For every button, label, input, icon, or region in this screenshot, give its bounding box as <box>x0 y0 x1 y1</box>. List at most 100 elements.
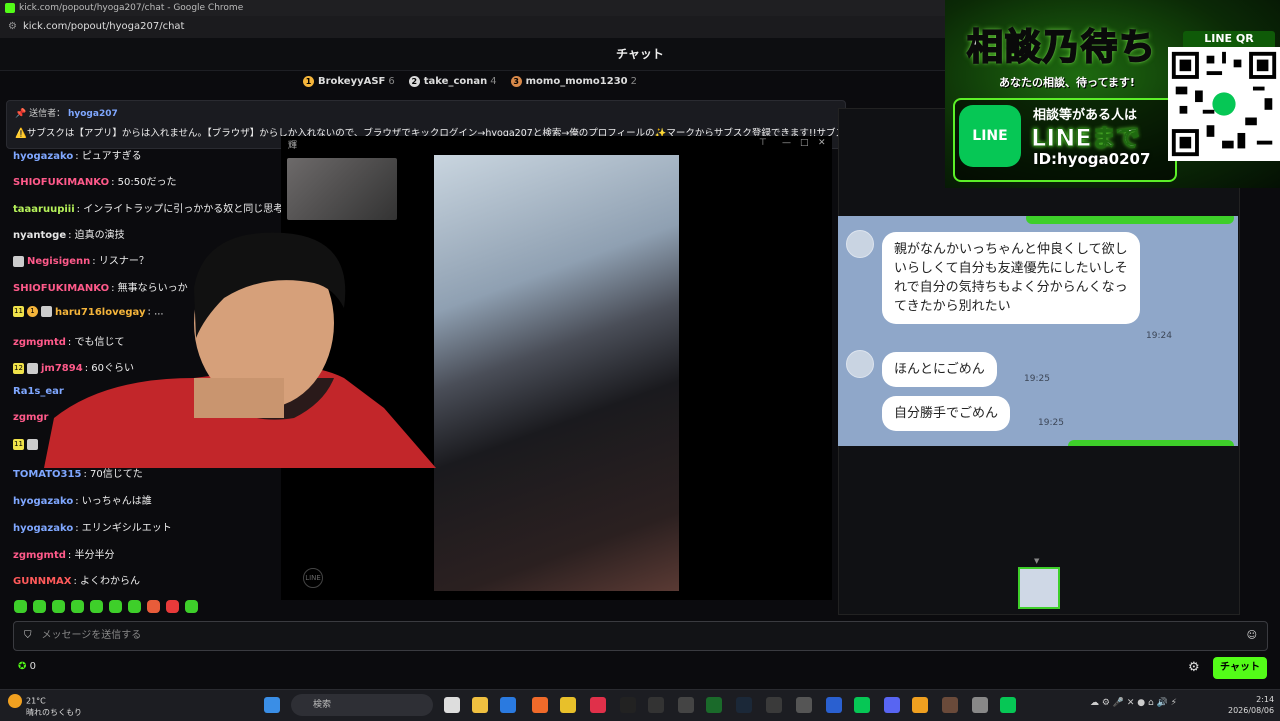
chat-settings-icon[interactable]: ⚙ <box>1188 660 1200 675</box>
chat-username[interactable]: zgmgmtd <box>13 550 66 561</box>
maximize-icon[interactable]: □ <box>800 138 809 148</box>
brave-icon[interactable] <box>532 697 548 713</box>
leaderboard-name: BrokeyyASF <box>317 76 386 87</box>
leaderboard-count: 2 <box>630 76 637 87</box>
close-icon[interactable]: ✕ <box>818 138 826 148</box>
gift-leaderboard: 1 BrokeyyASF 6 2 take_conan 4 3 momo_momo1230… <box>0 71 940 93</box>
temperature: 21°C <box>26 696 46 706</box>
minimize-icon[interactable]: — <box>782 138 791 148</box>
streamer-webcam <box>44 232 436 468</box>
sub-badge: 11 <box>13 439 24 450</box>
rank-badge: 1 <box>302 75 314 87</box>
app-icon[interactable] <box>942 697 958 713</box>
leaderboard-entry-2[interactable]: 2 take_conan 4 <box>408 71 497 93</box>
line-icon[interactable] <box>1000 697 1016 713</box>
emote-bar <box>14 600 198 613</box>
chrome-icon[interactable] <box>560 697 576 713</box>
chat-message: taaaruupiii: インライトラップに引っかかる奴と同じ思考回路 <box>13 200 303 215</box>
chat-message: 11 <box>13 439 41 451</box>
emote-icon[interactable] <box>147 600 160 613</box>
line-chat-area: 親がなんかいっちゃんと仲良くして欲しいらしくて自分も友達優先にしたいしそれで自分… <box>838 216 1238 446</box>
app-icon[interactable] <box>706 697 722 713</box>
pin-icon[interactable]: ⊤ <box>759 138 767 148</box>
weather-icon <box>8 694 22 708</box>
qr-code-icon <box>1168 47 1280 161</box>
windows-start-icon[interactable] <box>264 697 280 713</box>
clock-time: 2:14 <box>1256 695 1275 704</box>
emote-icon[interactable] <box>166 600 179 613</box>
emote-icon[interactable] <box>33 600 46 613</box>
app-icon[interactable] <box>590 697 606 713</box>
tiktok-icon[interactable] <box>620 697 636 713</box>
outgoing-bubble <box>1068 440 1234 446</box>
self-video-preview[interactable] <box>287 158 397 220</box>
leaderboard-entry-1[interactable]: 1 BrokeyyASF 6 <box>302 71 395 93</box>
emote-icon[interactable] <box>90 600 103 613</box>
chat-username[interactable]: hyogazako <box>13 523 73 534</box>
chevron-down-icon[interactable]: ▼ <box>1034 557 1039 565</box>
emote-icon[interactable] <box>185 600 198 613</box>
user-avatar-icon <box>27 439 38 450</box>
chat-text: : 50:50だった <box>111 177 177 188</box>
line-chat-thumbnail[interactable] <box>1018 567 1060 609</box>
message-bubble: 親がなんかいっちゃんと仲良くして欲しいらしくて自分も友達優先にしたいしそれで自分… <box>882 232 1140 324</box>
leaderboard-count: 4 <box>490 76 497 87</box>
pinned-sender-name[interactable]: hyoga207 <box>68 109 118 119</box>
chat-text: : ピュアすぎる <box>75 151 142 162</box>
chat-message: GUNNMAX: よくわからん <box>13 572 140 587</box>
settings-icon[interactable] <box>972 697 988 713</box>
chat-username[interactable]: hyogazako <box>13 151 73 162</box>
emote-icon[interactable] <box>71 600 84 613</box>
chat-text: : インライトラップに引っかかる奴と同じ思考回路 <box>76 204 304 215</box>
taskbar-search[interactable]: 検索 <box>291 694 433 716</box>
leaderboard-name: momo_momo1230 <box>525 76 628 87</box>
clock-date: 2026/08/06 <box>1228 706 1275 715</box>
chat-username[interactable]: taaaruupiii <box>13 204 75 215</box>
remote-video <box>434 155 679 591</box>
taskbar-clock[interactable]: 2:14 2026/08/06 <box>1228 694 1274 716</box>
message-time: 19:25 <box>1038 418 1064 428</box>
message-bubble: ほんとにごめん <box>882 352 997 387</box>
emote-icon[interactable] <box>128 600 141 613</box>
app-icon[interactable] <box>912 697 928 713</box>
sub-badge: 11 <box>13 306 24 317</box>
steam-icon[interactable] <box>736 697 752 713</box>
app-icon[interactable] <box>826 697 842 713</box>
leaderboard-entry-3[interactable]: 3 momo_momo1230 2 <box>510 71 637 93</box>
chat-message: hyogazako: エリンギシルエット <box>13 519 172 534</box>
line-icon[interactable] <box>854 697 870 713</box>
file-explorer-icon[interactable] <box>472 697 488 713</box>
chat-username[interactable]: hyogazako <box>13 496 73 507</box>
banner-text-2: LINEまで <box>1031 124 1141 153</box>
chat-text: : 半分半分 <box>67 550 115 561</box>
discord-icon[interactable] <box>884 697 900 713</box>
obs-icon[interactable] <box>796 697 812 713</box>
window-title: kick.com/popout/hyoga207/chat - Google C… <box>19 3 244 13</box>
chat-username[interactable]: TOMATO315 <box>13 469 81 480</box>
chat-input[interactable]: ⛉ メッセージを送信する ☺ <box>13 621 1268 651</box>
app-icon[interactable] <box>766 697 782 713</box>
weather-widget[interactable]: 21°C 晴れのちくもり <box>8 694 82 718</box>
channel-points[interactable]: ✪ 0 <box>18 660 36 674</box>
leaderboard-count: 6 <box>388 76 395 87</box>
chat-username[interactable]: SHIOFUKIMANKO <box>13 177 109 188</box>
weather-text: 晴れのちくもり <box>26 708 82 717</box>
chat-text: : エリンギシルエット <box>75 523 172 534</box>
chat-username[interactable]: GUNNMAX <box>13 576 71 587</box>
line-logo-icon: LINE <box>959 105 1021 167</box>
store-icon[interactable] <box>500 697 516 713</box>
emoji-picker-icon[interactable]: ☺ <box>1247 622 1257 650</box>
line-watermark: LINE <box>303 568 323 588</box>
promo-banner: 相談乃待ち あなたの相談、待ってます! LINE 相談等がある人は LINEまで… <box>945 0 1280 188</box>
emote-icon[interactable] <box>14 600 27 613</box>
emote-icon[interactable] <box>109 600 122 613</box>
outgoing-bubble <box>1026 216 1234 224</box>
app-icon[interactable] <box>648 697 664 713</box>
send-chat-button[interactable]: チャット <box>1213 657 1267 679</box>
message-bubble: 自分勝手でごめん <box>882 396 1011 431</box>
site-info-icon[interactable]: ⚙ <box>8 16 17 38</box>
system-tray[interactable]: ☁ ⚙ 🎤 ✕ ● ⌂ 🔊 ⚡ <box>1090 698 1177 708</box>
task-view-icon[interactable] <box>444 697 460 713</box>
app-icon[interactable] <box>678 697 694 713</box>
emote-icon[interactable] <box>52 600 65 613</box>
